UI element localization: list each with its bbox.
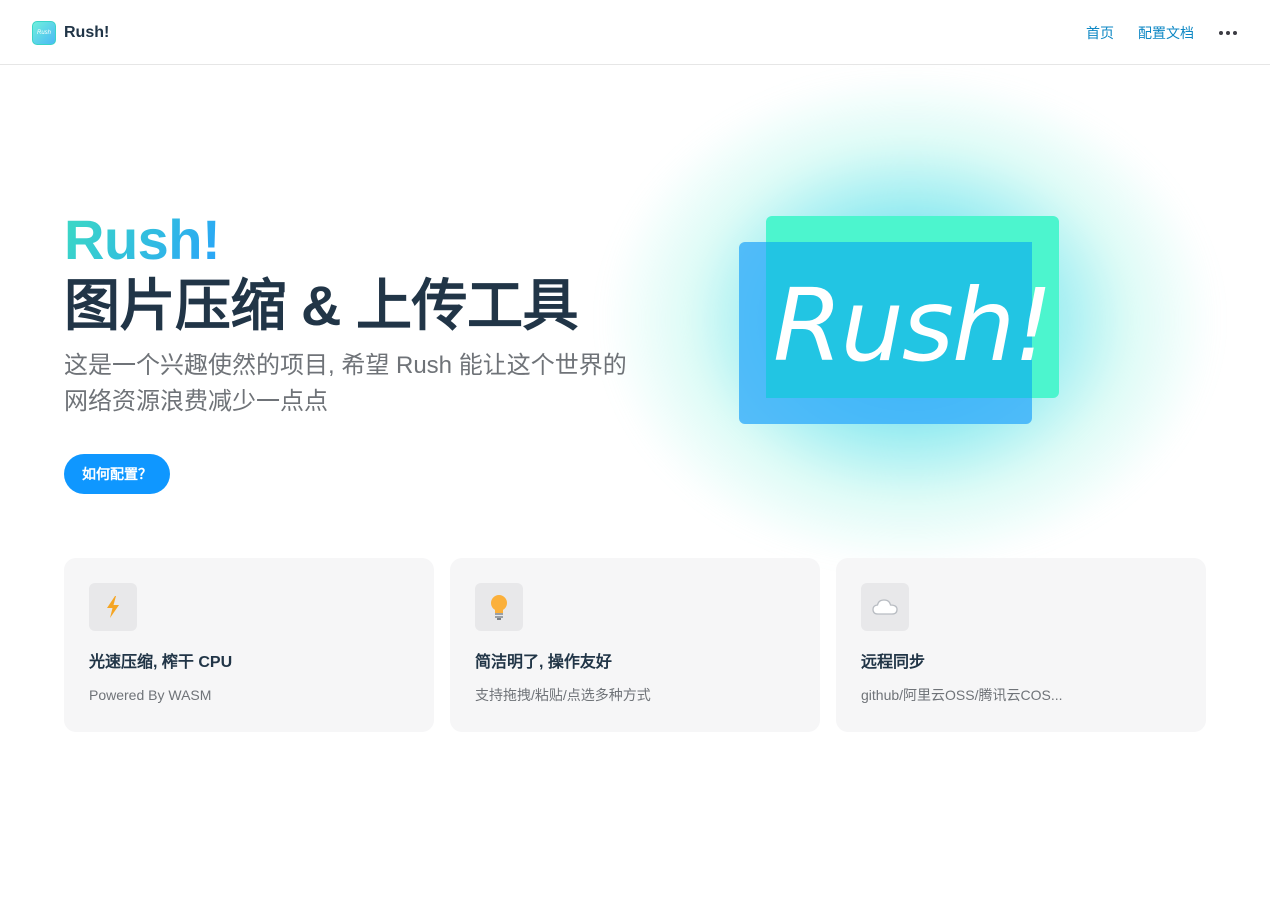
brand-link[interactable]: Rush Rush!	[32, 20, 109, 46]
more-menu-icon[interactable]	[1218, 23, 1238, 43]
cloud-icon	[861, 583, 909, 631]
brand-name: Rush!	[64, 24, 110, 41]
feature-card: 光速压缩, 榨干 CPU Powered By WASM	[64, 558, 434, 732]
hero-name: Rush!	[64, 208, 221, 271]
nav-links: 首页 配置文档	[1062, 0, 1238, 65]
more-dot	[1233, 30, 1237, 35]
feature-title: 远程同步	[861, 654, 926, 671]
hero-logo-image: Rush!	[739, 216, 1059, 426]
feature-details: 支持拖拽/粘贴/点选多种方式	[475, 687, 651, 703]
how-to-configure-button[interactable]: 如何配置？	[64, 454, 170, 494]
features: 光速压缩, 榨干 CPU Powered By WASM 简洁明了, 操作友好 …	[64, 558, 1206, 732]
lightbulb-icon	[475, 583, 523, 631]
top-nav: Rush Rush! 首页 配置文档	[0, 0, 1270, 65]
feature-details: Powered By WASM	[89, 687, 212, 703]
nav-link-home[interactable]: 首页	[1086, 23, 1114, 43]
hero-title: 图片压缩 & 上传工具	[64, 274, 579, 337]
nav-link-docs[interactable]: 配置文档	[1138, 23, 1194, 43]
hero-logo-text: Rush!	[773, 267, 1053, 384]
feature-title: 简洁明了, 操作友好	[475, 654, 612, 671]
more-dot	[1219, 30, 1223, 35]
feature-card: 远程同步 github/阿里云OSS/腾讯云COS...	[836, 558, 1206, 732]
hero-tagline: 这是一个兴趣使然的项目, 希望 Rush 能让这个世界的网络资源浪费减少一点点	[64, 352, 627, 415]
feature-card: 简洁明了, 操作友好 支持拖拽/粘贴/点选多种方式	[450, 558, 820, 732]
feature-details: github/阿里云OSS/腾讯云COS...	[861, 687, 1063, 703]
lightning-icon	[89, 583, 137, 631]
feature-title: 光速压缩, 榨干 CPU	[89, 654, 233, 671]
brand-logo-icon: Rush	[32, 21, 56, 45]
more-dot	[1226, 30, 1230, 35]
